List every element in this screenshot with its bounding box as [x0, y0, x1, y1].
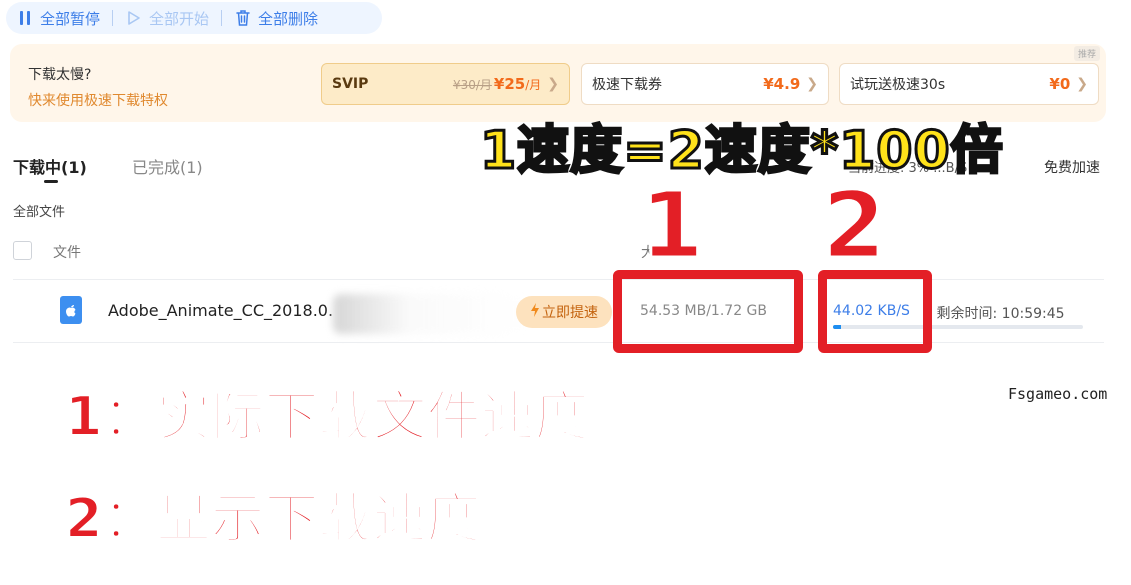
svip-label: SVIP	[332, 76, 369, 92]
trial-label: 试玩送极速30s	[850, 77, 946, 93]
toolbar-divider	[221, 10, 223, 26]
speed-coupon-label: 极速下载券	[592, 77, 662, 93]
row-divider	[13, 342, 1104, 343]
trial-price: ¥0	[1049, 75, 1071, 93]
speed-up-label: 立即提速	[542, 305, 598, 321]
free-accel-link[interactable]: 免费加速	[1044, 157, 1100, 177]
pause-all-button[interactable]: 全部暂停	[16, 8, 100, 29]
svip-card[interactable]: SVIP ¥30/月 ¥25 /月 ❯	[321, 63, 570, 105]
delete-all-label: 全部删除	[258, 9, 319, 28]
start-all-label: 全部开始	[149, 9, 210, 28]
toolbar-divider	[112, 10, 114, 26]
header-divider	[13, 279, 1104, 280]
column-header-file: 文件	[53, 245, 81, 261]
file-name: Adobe_Animate_CC_2018.0.	[108, 301, 334, 320]
watermark: Fsgameo.com	[1008, 385, 1108, 403]
lightning-icon	[530, 303, 540, 321]
speed-coupon-card[interactable]: 极速下载券 ¥4.9 ❯	[581, 63, 829, 105]
svip-unit: /月	[525, 77, 542, 92]
start-all-button[interactable]: 全部开始	[125, 8, 209, 29]
svip-old-price: ¥30/月	[452, 77, 492, 92]
tab-completed[interactable]: 已完成(1)	[132, 154, 203, 178]
chevron-right-icon: ❯	[806, 76, 818, 92]
tab-underline	[44, 180, 58, 183]
highlight-box-size	[613, 270, 803, 353]
select-all-checkbox[interactable]	[13, 241, 32, 260]
breadcrumb[interactable]: 全部文件	[13, 201, 65, 220]
blurred-region	[333, 294, 523, 334]
annotation-headline: 1速度=2速度*100倍	[479, 120, 1005, 183]
speed-coupon-price: ¥4.9	[763, 75, 801, 93]
tab-downloading[interactable]: 下载中(1)	[13, 154, 87, 178]
delete-all-button[interactable]: 全部删除	[234, 8, 318, 29]
pause-icon	[16, 9, 34, 27]
promo-tag: 推荐	[1073, 46, 1100, 61]
annotation-number-2: 2	[820, 172, 887, 279]
remaining-time: - 剩余时间: 10:59:45	[927, 306, 1065, 322]
annotation-number-1: 1	[638, 172, 705, 279]
pause-all-label: 全部暂停	[40, 9, 101, 28]
chevron-right-icon: ❯	[1076, 76, 1088, 92]
table-row[interactable]: Adobe_Animate_CC_2018.0. 立即提速 54.53 MB/1…	[13, 282, 1104, 342]
promo-title: 下载太慢?	[28, 67, 92, 83]
promo-subtitle: 快来使用极速下载特权	[28, 93, 168, 109]
play-icon	[125, 9, 143, 27]
trial-card[interactable]: 试玩送极速30s ¥0 ❯	[839, 63, 1099, 105]
svip-price: ¥25	[493, 75, 526, 93]
speed-up-button[interactable]: 立即提速	[516, 296, 612, 328]
download-toolbar: 全部暂停 全部开始 全部删除	[6, 2, 382, 34]
annotation-line-1: 1：实际下载文件速度	[64, 384, 590, 449]
annotation-line-2: 2：显示下载速度	[64, 486, 482, 551]
highlight-box-speed	[818, 270, 932, 353]
apple-file-icon	[60, 296, 82, 324]
chevron-right-icon: ❯	[547, 76, 559, 92]
trash-icon	[234, 9, 252, 27]
